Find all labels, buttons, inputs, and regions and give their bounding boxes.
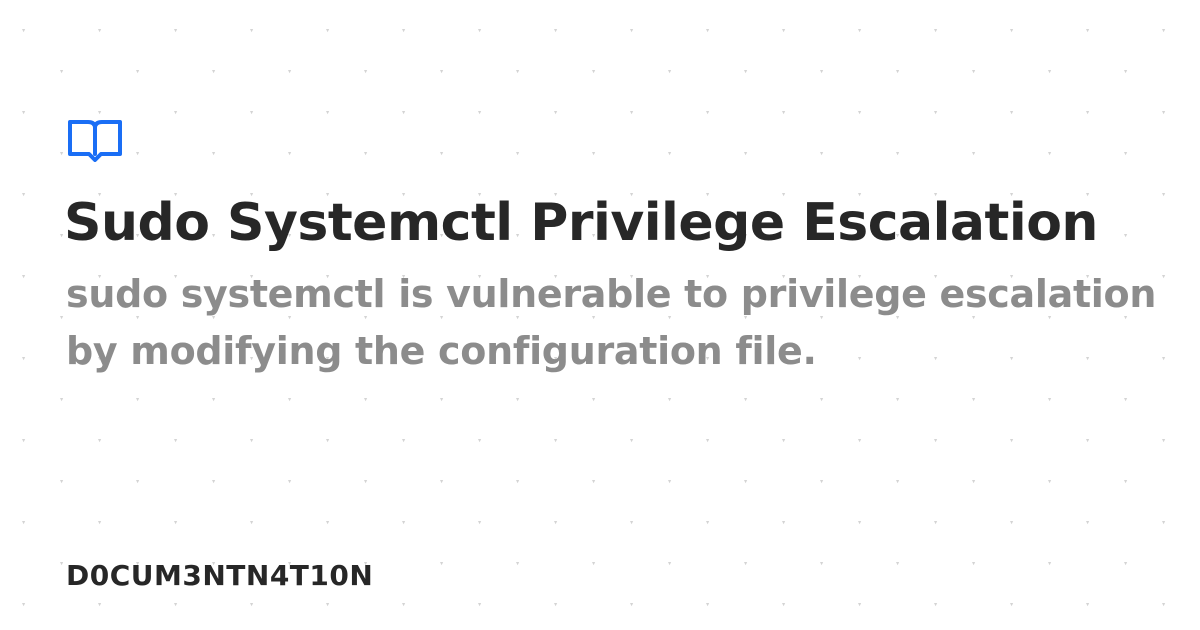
site-brand: D0CUM3NTN4T10N bbox=[66, 559, 374, 592]
book-open-icon bbox=[68, 120, 122, 162]
page-description: sudo systemctl is vulnerable to privileg… bbox=[66, 272, 1157, 373]
page-title: Sudo Systemctl Privilege Escalation bbox=[64, 193, 1098, 253]
